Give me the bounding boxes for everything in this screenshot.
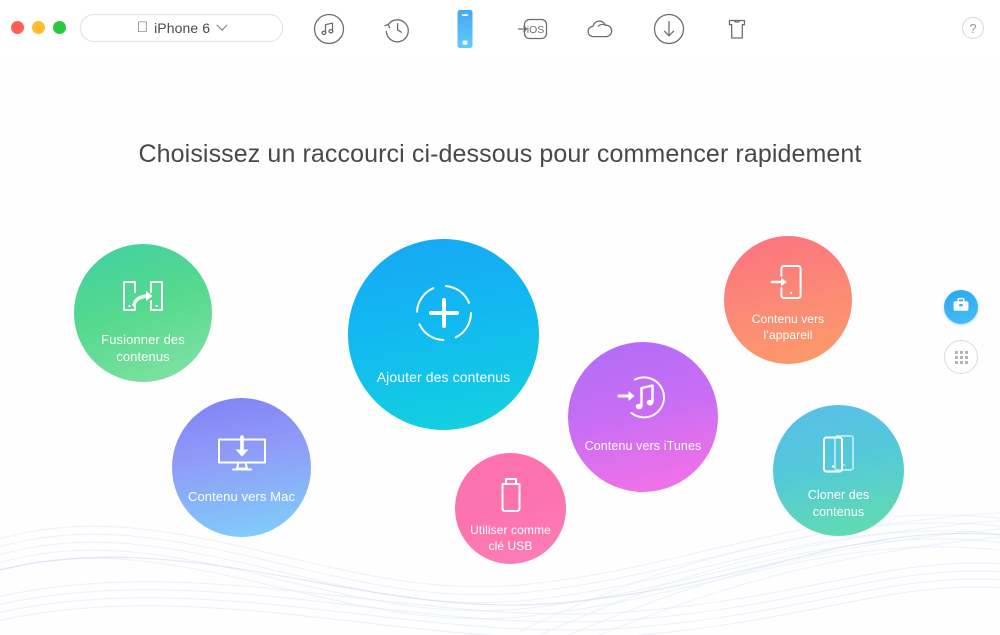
toolbar-item-history[interactable] <box>363 0 431 57</box>
shortcut-clone[interactable]: Cloner des contenus <box>773 405 904 536</box>
app-window:  iPhone 6 <box>0 0 1000 635</box>
iphone-device-icon <box>448 7 482 51</box>
window-controls <box>11 21 66 34</box>
shortcut-label: Utiliser comme clé USB <box>470 523 551 553</box>
shortcut-to-mac[interactable]: Contenu vers Mac <box>172 398 311 537</box>
close-button[interactable] <box>11 21 24 34</box>
shortcut-label: Contenu vers iTunes <box>584 439 702 453</box>
toolbar-item-device[interactable] <box>431 0 499 57</box>
music-notes-circle-icon <box>312 12 346 46</box>
device-name-label: iPhone 6 <box>148 20 210 36</box>
shortcut-label: Contenu vers l’appareil <box>751 312 825 342</box>
help-button[interactable]: ? <box>962 17 984 39</box>
minimize-button[interactable] <box>32 21 45 34</box>
page-title: Choisissez un raccourci ci-dessous pour … <box>138 140 862 168</box>
music-note-arrow-icon <box>615 374 671 424</box>
toolbar-item-toolkit[interactable] <box>703 0 771 57</box>
clock-rotate-back-icon <box>380 12 414 46</box>
shortcut-label: Ajouter des contenus <box>376 369 511 385</box>
device-selector[interactable]:  iPhone 6 <box>80 14 283 42</box>
main-content: Choisissez un raccourci ci-dessous pour … <box>0 57 1000 635</box>
toolbar: iOS <box>295 0 771 57</box>
download-arrow-circle-icon <box>652 12 686 46</box>
apple-logo-icon:  <box>137 20 148 35</box>
monitor-download-icon <box>214 431 270 475</box>
usb-stick-icon <box>494 475 528 515</box>
plus-dashed-circle-icon <box>411 280 477 346</box>
shortcut-to-device[interactable]: Contenu vers l’appareil <box>724 236 852 364</box>
svg-text:iOS: iOS <box>527 24 545 36</box>
chevron-down-icon <box>216 19 228 31</box>
help-label: ? <box>969 20 977 36</box>
shortcut-merge[interactable]: Fusionner des contenus <box>74 244 212 382</box>
cloud-icon <box>582 12 620 46</box>
shortcut-label: Fusionner des contenus <box>101 332 185 365</box>
zoom-button[interactable] <box>53 21 66 34</box>
shortcut-label: Cloner des contenus <box>807 488 870 519</box>
title-bar:  iPhone 6 <box>0 0 1000 57</box>
phone-arrow-in-icon <box>766 262 810 302</box>
shortcut-label: Contenu vers Mac <box>187 489 296 504</box>
tshirt-toolkit-icon <box>720 12 754 46</box>
toolbar-item-toios[interactable]: iOS <box>499 0 567 57</box>
toolbar-item-music[interactable] <box>295 0 363 57</box>
two-phones-arrow-icon <box>116 279 170 319</box>
toolbox-icon <box>952 296 970 319</box>
side-tool-buttons <box>944 290 978 374</box>
apps-grid-button[interactable] <box>944 340 978 374</box>
shortcut-to-itunes[interactable]: Contenu vers iTunes <box>568 342 718 492</box>
shortcut-add[interactable]: Ajouter des contenus <box>348 239 539 430</box>
shortcut-usb[interactable]: Utiliser comme clé USB <box>455 453 566 564</box>
two-phones-stacked-icon <box>815 432 863 476</box>
to-ios-box-icon: iOS <box>513 12 553 46</box>
toolbox-button[interactable] <box>944 290 978 324</box>
grid-apps-icon <box>954 350 968 364</box>
toolbar-item-download[interactable] <box>635 0 703 57</box>
toolbar-item-cloud[interactable] <box>567 0 635 57</box>
